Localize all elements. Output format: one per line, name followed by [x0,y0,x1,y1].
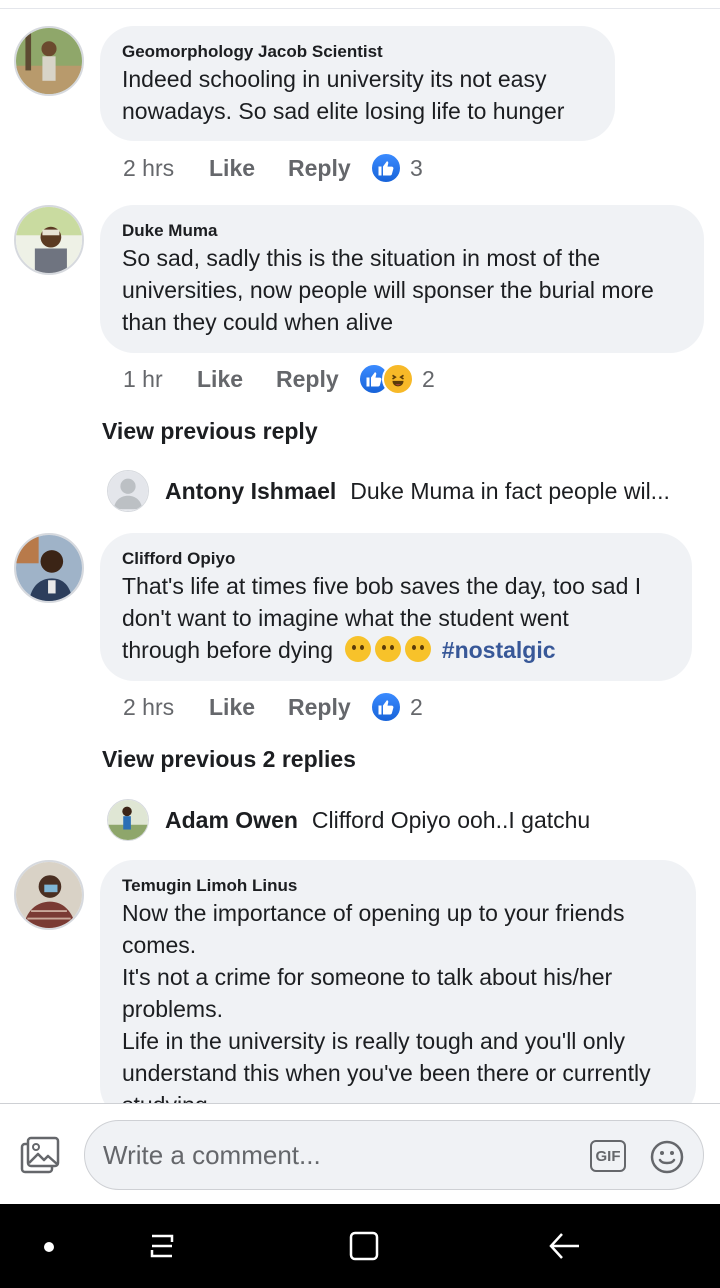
comment-actions: 2 hrs Like Reply 2 [123,689,423,725]
tired-face-emoji-icon [345,636,372,662]
gif-button[interactable]: GIF [590,1140,626,1172]
avatar[interactable] [14,860,84,930]
home-icon[interactable] [348,1230,380,1262]
like-button[interactable]: Like [209,694,288,721]
comment-text: Indeed schooling in university its not e… [122,66,565,124]
photo-icon[interactable] [20,1136,60,1174]
hashtag-link[interactable]: #nostalgic [442,637,556,663]
comments-list: Geomorphology Jacob Scientist Indeed sch… [0,0,720,1103]
comment-author[interactable]: Temugin Limoh Linus [122,875,674,897]
avatar[interactable] [107,799,149,841]
avatar[interactable] [14,205,84,275]
back-icon[interactable] [548,1230,582,1262]
reply-preview[interactable]: Antony Ishmael Duke Muma in fact people … [107,470,670,512]
view-previous-replies-link[interactable]: View previous reply [102,418,318,445]
avatar[interactable] [107,470,149,512]
worried-face-emoji-icon [405,636,432,662]
like-reaction-icon[interactable] [370,152,402,184]
comment-actions: 2 hrs Like Reply 3 [123,150,423,186]
system-navigation-bar [0,1204,720,1288]
worried-face-emoji-icon [375,636,402,662]
comment-author[interactable]: Duke Muma [122,220,682,242]
comment-time[interactable]: 1 hr [123,366,197,393]
comment-bubble[interactable]: Temugin Limoh Linus Now the importance o… [100,860,696,1103]
comment-composer: GIF [0,1103,720,1204]
comment-text: Now the importance of opening up to your… [122,900,651,1103]
avatar[interactable] [14,26,84,96]
reply-button[interactable]: Reply [276,366,358,393]
reply-button[interactable]: Reply [288,155,370,182]
reaction-count[interactable]: 2 [410,694,423,721]
reply-author[interactable]: Adam Owen [165,807,298,834]
reply-button[interactable]: Reply [288,694,370,721]
comment-author[interactable]: Geomorphology Jacob Scientist [122,41,593,63]
haha-reaction-icon[interactable] [382,363,414,395]
reply-text[interactable]: Duke Muma in fact people wil... [350,478,670,505]
recents-icon[interactable] [146,1230,178,1262]
comment-actions: 1 hr Like Reply 2 [123,361,435,397]
comment-author[interactable]: Clifford Opiyo [122,548,670,570]
reply-author[interactable]: Antony Ishmael [165,478,336,505]
reply-preview[interactable]: Adam Owen Clifford Opiyo ooh..I gatchu [107,799,590,841]
view-previous-replies-link[interactable]: View previous 2 replies [102,746,356,773]
smiley-icon[interactable] [650,1140,684,1174]
reaction-count[interactable]: 2 [422,366,435,393]
comment-text: So sad, sadly this is the situation in m… [122,245,654,335]
comment-bubble[interactable]: Clifford Opiyo That's life at times five… [100,533,692,681]
comment-text: That's life at times five bob saves the … [122,573,642,663]
like-button[interactable]: Like [197,366,276,393]
comment-bubble[interactable]: Geomorphology Jacob Scientist Indeed sch… [100,26,615,141]
nav-dot-icon[interactable] [44,1242,54,1252]
comment-time[interactable]: 2 hrs [123,155,209,182]
reply-text[interactable]: Clifford Opiyo ooh..I gatchu [312,807,590,834]
comment-bubble[interactable]: Duke Muma So sad, sadly this is the situ… [100,205,704,353]
reaction-count[interactable]: 3 [410,155,423,182]
like-reaction-icon[interactable] [370,691,402,723]
like-button[interactable]: Like [209,155,288,182]
avatar[interactable] [14,533,84,603]
comment-time[interactable]: 2 hrs [123,694,209,721]
